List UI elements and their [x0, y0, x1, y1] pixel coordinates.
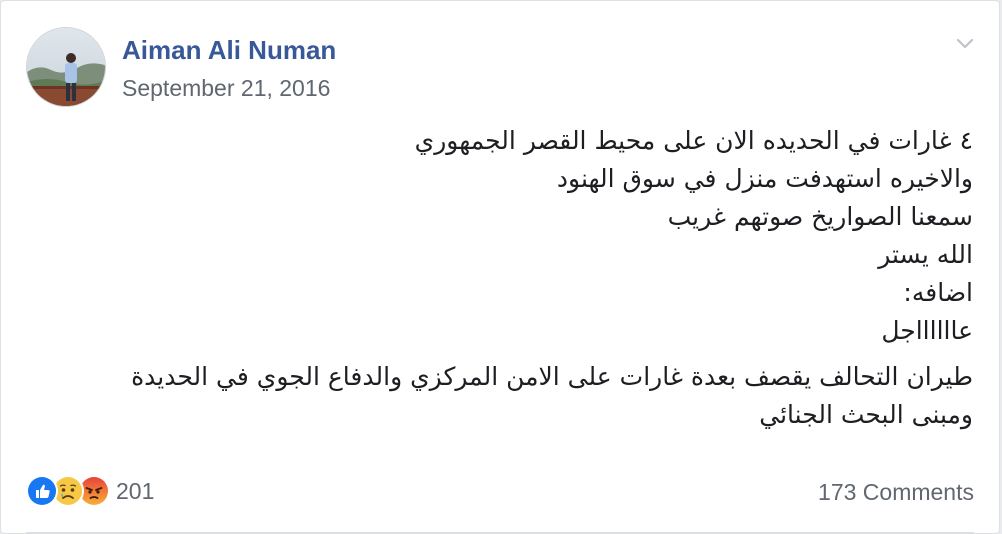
post-card: Aiman Ali Numan September 21, 2016 ٤ غار… — [0, 0, 1000, 534]
post-line: الله يستر — [878, 240, 973, 269]
post-paragraph: ٤ غارات في الحديده الان على محيط القصر ا… — [73, 122, 973, 350]
post-paragraph: طيران التحالف يقصف بعدة غارات على الامن … — [73, 358, 973, 434]
reactions-summary[interactable]: 201 — [26, 475, 154, 507]
like-icon — [26, 475, 58, 507]
reaction-count: 201 — [116, 477, 155, 504]
post-line: والاخيره استهدفت منزل في سوق الهنود — [556, 164, 973, 193]
post-line: ومبنى البحث الجنائي — [759, 400, 973, 429]
post-footer: 201 173 Comments — [26, 471, 974, 515]
post-line: ٤ غارات في الحديده الان على محيط القصر ا… — [414, 126, 973, 155]
post-line: اضافه: — [903, 278, 973, 307]
post-line: سمعنا الصواريخ صوتهم غريب — [667, 202, 973, 231]
post-line: عااااااجل — [881, 316, 973, 345]
author-name[interactable]: Aiman Ali Numan — [122, 35, 336, 66]
avatar[interactable] — [26, 27, 106, 107]
comments-count-link[interactable]: 173 Comments — [818, 479, 974, 506]
chevron-down-icon[interactable] — [953, 31, 977, 55]
profile-photo — [27, 28, 105, 106]
post-timestamp[interactable]: September 21, 2016 — [122, 75, 330, 102]
post-text: ٤ غارات في الحديده الان على محيط القصر ا… — [73, 122, 973, 434]
divider — [26, 532, 974, 533]
post-line: طيران التحالف يقصف بعدة غارات على الامن … — [131, 362, 973, 391]
